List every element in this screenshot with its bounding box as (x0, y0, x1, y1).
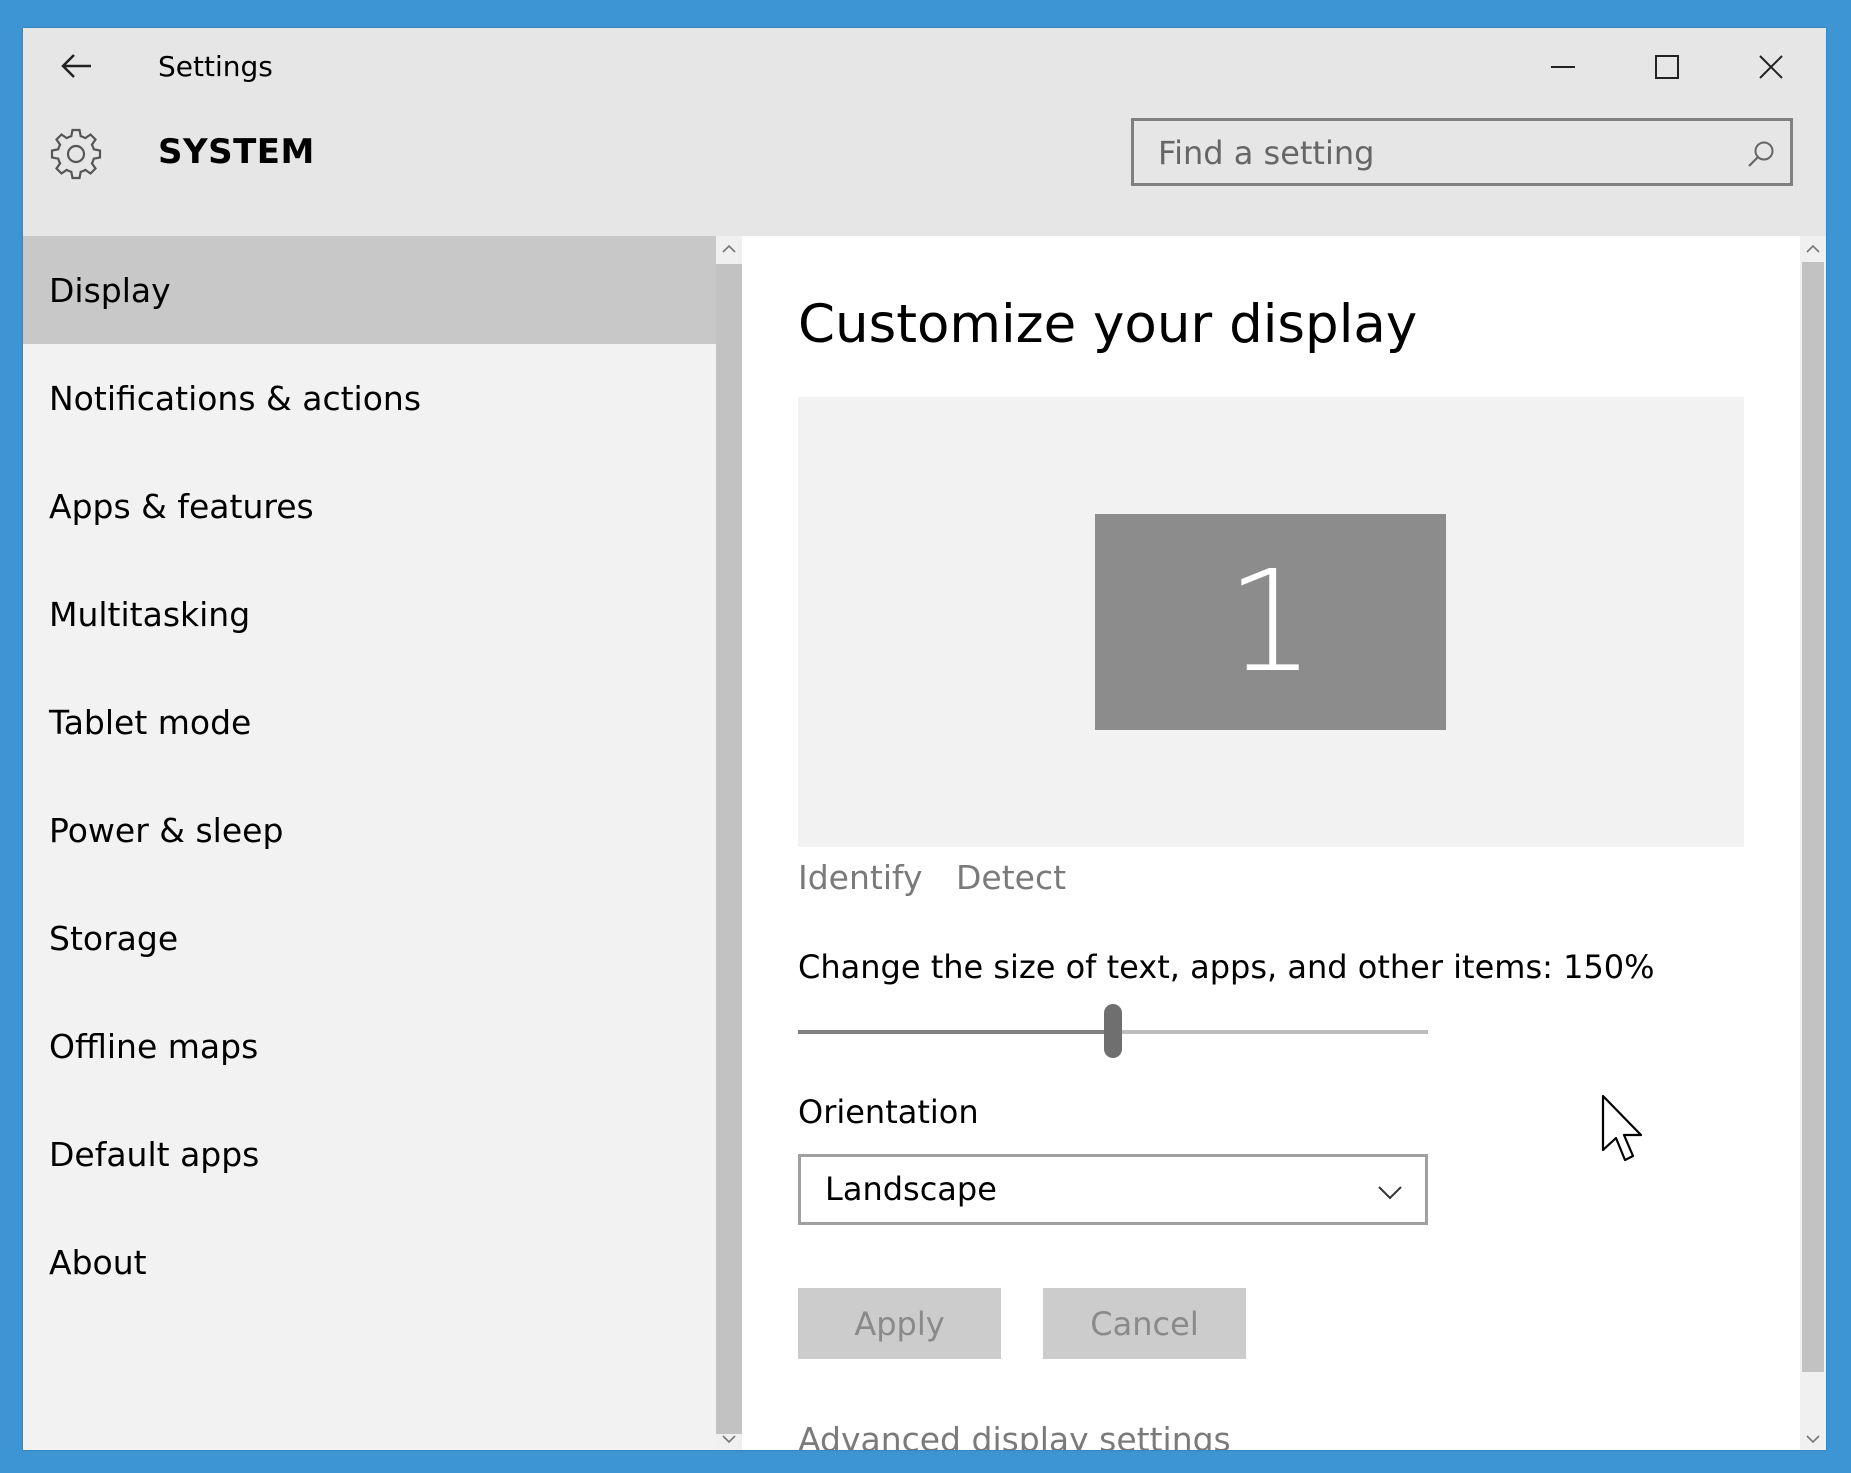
sidebar-item-about[interactable]: About (23, 1208, 716, 1316)
scroll-down-icon[interactable] (716, 1428, 742, 1450)
search-icon[interactable] (1746, 139, 1776, 169)
scrollbar-thumb[interactable] (716, 264, 742, 1434)
orientation-label: Orientation (798, 1093, 979, 1131)
back-button[interactable] (51, 42, 103, 90)
sidebar-item-notifications[interactable]: Notifications & actions (23, 344, 716, 452)
display-arrangement-area: 1 (798, 397, 1744, 847)
slider-thumb[interactable] (1104, 1004, 1122, 1058)
chevron-down-icon (1378, 1186, 1402, 1200)
scroll-down-icon[interactable] (1800, 1428, 1826, 1450)
window-title: Settings (158, 50, 273, 83)
maximize-icon (1655, 55, 1679, 79)
sidebar-item-offline-maps[interactable]: Offline maps (23, 992, 716, 1100)
back-arrow-icon (61, 54, 91, 78)
sidebar-item-default-apps[interactable]: Default apps (23, 1100, 716, 1208)
detect-button[interactable]: Detect (956, 858, 1066, 897)
sidebar-item-label: Display (49, 270, 171, 310)
minimize-icon (1551, 66, 1575, 68)
scroll-up-icon[interactable] (1800, 238, 1826, 260)
content-scrollbar[interactable] (1800, 236, 1826, 1450)
maximize-button[interactable] (1615, 36, 1719, 98)
sidebar-item-apps-features[interactable]: Apps & features (23, 452, 716, 560)
search-box[interactable] (1131, 118, 1793, 186)
gear-icon (50, 128, 102, 180)
search-input[interactable] (1156, 121, 1740, 185)
close-button[interactable] (1719, 36, 1823, 98)
page-title: Customize your display (798, 294, 1418, 355)
identify-button[interactable]: Identify (798, 858, 923, 897)
monitor-tile[interactable]: 1 (1095, 514, 1446, 730)
title-bar: Settings (23, 28, 1826, 104)
sidebar-item-display[interactable]: Display (23, 236, 716, 344)
sidebar-item-label: Default apps (49, 1134, 260, 1174)
sidebar-item-label: Multitasking (49, 594, 251, 634)
monitor-number: 1 (1225, 540, 1316, 704)
section-title: SYSTEM (158, 132, 315, 172)
sidebar-item-power-sleep[interactable]: Power & sleep (23, 776, 716, 884)
scrollbar-thumb[interactable] (1802, 262, 1824, 1372)
minimize-button[interactable] (1511, 36, 1615, 98)
close-icon (1759, 55, 1783, 79)
sidebar-scrollbar[interactable] (716, 236, 742, 1450)
sidebar-item-storage[interactable]: Storage (23, 884, 716, 992)
sidebar-nav: Display Notifications & actions Apps & f… (23, 236, 716, 1450)
scale-slider[interactable] (798, 1004, 1428, 1058)
content-pane: Customize your display 1 Identify Detect… (742, 236, 1800, 1450)
orientation-dropdown[interactable]: Landscape (798, 1154, 1428, 1225)
slider-fill (798, 1030, 1113, 1034)
sidebar-item-label: Power & sleep (49, 810, 284, 850)
sidebar-item-label: Storage (49, 918, 179, 958)
apply-button[interactable]: Apply (798, 1288, 1001, 1359)
sidebar-item-label: Apps & features (49, 486, 314, 526)
mouse-pointer-icon (1601, 1094, 1643, 1162)
sidebar-item-label: Notifications & actions (49, 378, 422, 418)
sidebar-item-label: Tablet mode (49, 702, 252, 742)
scale-label: Change the size of text, apps, and other… (798, 948, 1655, 986)
orientation-value: Landscape (825, 1170, 997, 1208)
settings-window: Settings SYSTEM Find a setting Display N… (23, 28, 1826, 1450)
sidebar-item-multitasking[interactable]: Multitasking (23, 560, 716, 668)
sidebar-item-label: Offline maps (49, 1026, 259, 1066)
sidebar-item-tablet-mode[interactable]: Tablet mode (23, 668, 716, 776)
sidebar-item-label: About (49, 1242, 147, 1282)
cancel-button[interactable]: Cancel (1043, 1288, 1246, 1359)
advanced-display-settings-link[interactable]: Advanced display settings (798, 1420, 1231, 1450)
scroll-up-icon[interactable] (716, 238, 742, 260)
